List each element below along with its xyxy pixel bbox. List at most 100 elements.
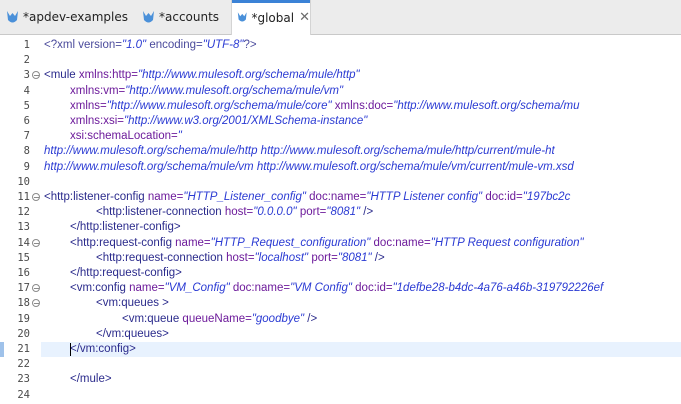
tab-apdev-examples[interactable]: *apdev-examples bbox=[4, 0, 130, 34]
code-token: " bbox=[177, 130, 182, 143]
code-line[interactable]: <?xml version="1.0" encoding="UTF-8"?> bbox=[44, 38, 257, 53]
fold-toggle-icon[interactable]: − bbox=[32, 284, 40, 293]
code-token: /> bbox=[304, 312, 318, 325]
fold-toggle-icon[interactable]: − bbox=[32, 193, 40, 202]
fold-toggle-icon[interactable]: − bbox=[32, 238, 40, 247]
code-line[interactable]: http://www.mulesoft.org/schema/mule/http… bbox=[44, 144, 555, 159]
code-line[interactable]: <http:listener-connection host="0.0.0.0"… bbox=[96, 205, 373, 220]
line-number: 9 bbox=[23, 160, 30, 173]
code-token: doc:name= bbox=[370, 236, 431, 249]
line-number: 3 bbox=[23, 69, 30, 82]
code-token: </mule> bbox=[70, 373, 112, 386]
mule-file-icon bbox=[7, 10, 18, 22]
line-number: 10 bbox=[17, 175, 30, 188]
code-line[interactable]: </mule> bbox=[70, 372, 112, 387]
line-number: 1 bbox=[23, 39, 30, 51]
code-token: </http:listener-config> bbox=[70, 221, 181, 234]
code-line[interactable]: <mule xmlns:http="http://www.mulesoft.or… bbox=[44, 68, 360, 83]
line-number: 12 bbox=[17, 206, 30, 219]
code-token: "HTTP_Listener_config" bbox=[183, 191, 306, 203]
line-number: 5 bbox=[23, 99, 30, 112]
code-token: ?> bbox=[243, 39, 257, 51]
line-number: 13 bbox=[17, 221, 30, 234]
code-token: doc:id= bbox=[351, 282, 393, 295]
code-token: "localhost" bbox=[254, 251, 309, 264]
code-token: xsi:schemaLocation= bbox=[70, 130, 178, 143]
code-token: /> bbox=[360, 206, 374, 219]
line-number: 11 bbox=[17, 191, 30, 203]
code-token: <mule bbox=[44, 69, 76, 82]
code-token: host= bbox=[221, 206, 254, 219]
line-number: 23 bbox=[17, 373, 30, 386]
code-line[interactable]: </vm:config> bbox=[70, 342, 136, 357]
code-token: "VM Config" bbox=[290, 282, 352, 295]
code-token: "http://www.mulesoft.org/schema/mu bbox=[393, 99, 580, 112]
code-token: <http:listener-connection bbox=[96, 206, 222, 219]
code-token: "http://www.mulesoft.org/schema/mule/htt… bbox=[137, 69, 360, 82]
code-token: doc:name= bbox=[305, 191, 367, 203]
line-number: 14 bbox=[17, 236, 30, 249]
code-line[interactable]: <vm:queue queueName="goodbye" /> bbox=[122, 312, 317, 327]
line-number: 4 bbox=[23, 84, 30, 97]
code-line[interactable]: <http:listener-config name="HTTP_Listene… bbox=[44, 190, 570, 205]
line-number: 6 bbox=[23, 115, 30, 127]
code-token: name= bbox=[171, 236, 211, 249]
line-number-gutter: 1 2 3−4 5 6 7 8 9 10 11−12 13 14−15 16 17−18−19 20 21 22… bbox=[0, 35, 41, 404]
code-token: "http://www.w3.org/2001/XMLSchema-instan… bbox=[124, 115, 368, 127]
code-token: </http:request-config> bbox=[70, 267, 182, 279]
mule-file-icon bbox=[143, 10, 154, 22]
code-token: <vm:config bbox=[70, 282, 126, 295]
code-line[interactable]: xmlns="http://www.mulesoft.org/schema/mu… bbox=[70, 99, 580, 114]
code-token: "8081" bbox=[326, 206, 361, 219]
code-line[interactable]: <vm:config name="VM_Config" doc:name="VM… bbox=[70, 281, 603, 296]
code-editor[interactable]: 1 2 3−4 5 6 7 8 9 10 11−12 13 14−15 16 17−18−19 20 21 22… bbox=[0, 35, 681, 404]
code-line[interactable]: xsi:schemaLocation=" bbox=[70, 129, 182, 144]
code-token: doc:id= bbox=[482, 191, 523, 203]
line-number: 16 bbox=[17, 267, 30, 279]
code-token: xmlns:xsi= bbox=[70, 115, 124, 127]
code-token: "HTTP Request configuration" bbox=[430, 236, 584, 249]
code-token: encoding= bbox=[146, 39, 203, 51]
code-line[interactable]: </http:listener-config> bbox=[70, 220, 181, 235]
line-number: 7 bbox=[23, 130, 30, 143]
code-token: "goodbye" bbox=[251, 312, 305, 325]
code-token: </vm:queues> bbox=[96, 327, 169, 340]
code-token: http://www.mulesoft.org/schema/mule/vm h… bbox=[44, 160, 574, 173]
code-line[interactable]: xmlns:xsi="http://www.w3.org/2001/XMLSch… bbox=[70, 114, 367, 129]
code-token: name= bbox=[125, 282, 165, 295]
code-line[interactable]: http://www.mulesoft.org/schema/mule/vm h… bbox=[44, 160, 574, 175]
code-token: name= bbox=[144, 191, 184, 203]
code-line[interactable]: xmlns:vm="http://www.mulesoft.org/schema… bbox=[70, 84, 343, 99]
mule-file-icon bbox=[237, 12, 247, 22]
close-icon[interactable]: ✕ bbox=[299, 10, 310, 25]
code-token: xmlns:vm= bbox=[70, 84, 126, 97]
fold-toggle-icon[interactable]: − bbox=[32, 71, 40, 80]
code-line[interactable]: <vm:queues > bbox=[96, 296, 169, 311]
line-number: 15 bbox=[17, 251, 30, 264]
code-token: "197bc2c bbox=[522, 191, 571, 203]
code-token: "UTF-8" bbox=[202, 39, 244, 51]
code-token: <http:request-config bbox=[70, 236, 172, 249]
code-line[interactable]: <http:request-config name="HTTP_Request_… bbox=[70, 236, 584, 251]
tab-global[interactable]: *global ✕ bbox=[231, 0, 311, 35]
code-line[interactable]: <http:request-connection host="localhost… bbox=[96, 251, 385, 266]
code-token: "HTTP Listener config" bbox=[366, 191, 483, 203]
editor-tab-bar: *apdev-examples *accounts *global ✕ bbox=[0, 0, 681, 35]
fold-toggle-icon[interactable]: − bbox=[32, 299, 40, 308]
line-number: 24 bbox=[17, 388, 30, 401]
code-token: "http://www.mulesoft.org/schema/mule/vm" bbox=[125, 84, 344, 97]
code-line[interactable]: </vm:queues> bbox=[96, 327, 169, 342]
tab-label: *apdev-examples bbox=[23, 10, 128, 24]
code-token: <vm:queue bbox=[122, 312, 180, 325]
line-number: 17 bbox=[17, 282, 30, 295]
code-token: "1.0" bbox=[121, 39, 147, 51]
code-area[interactable]: <?xml version="1.0" encoding="UTF-8"?> <m… bbox=[41, 35, 681, 404]
tab-label: *global bbox=[251, 10, 295, 25]
code-token: /> bbox=[371, 251, 385, 264]
code-token: xmlns:http= bbox=[75, 69, 138, 82]
code-token: port= bbox=[308, 251, 338, 264]
code-token: "1defbe28-b4dc-4a76-a46b-319792226ef bbox=[392, 282, 604, 295]
code-line[interactable]: </http:request-config> bbox=[70, 266, 182, 281]
tab-accounts[interactable]: *accounts bbox=[138, 0, 226, 34]
code-token: doc:name= bbox=[229, 282, 291, 295]
